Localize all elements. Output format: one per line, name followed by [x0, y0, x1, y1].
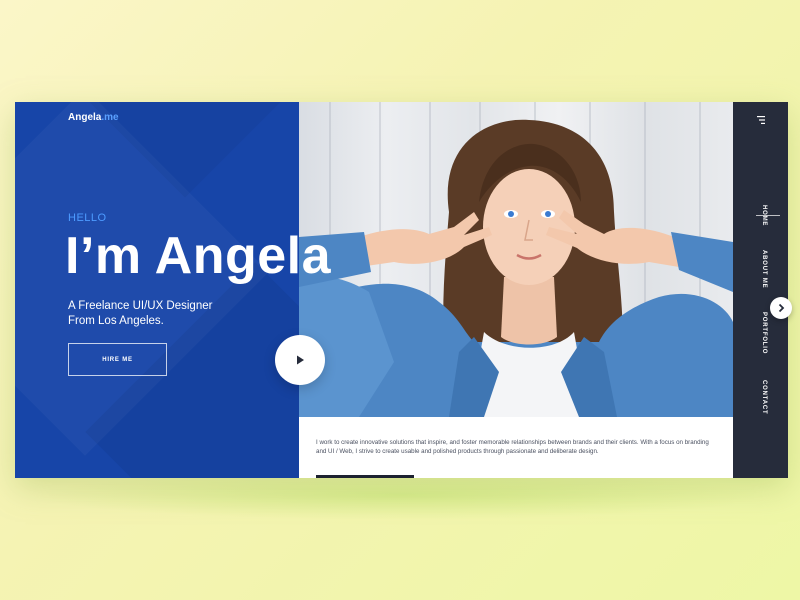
- play-video-button[interactable]: [275, 335, 325, 385]
- hire-me-button[interactable]: HIRE ME: [68, 343, 167, 376]
- nav-item-about-me[interactable]: ABOUT ME: [761, 250, 767, 288]
- nav-item-contact[interactable]: CONTACT: [761, 380, 767, 414]
- nav-item-home[interactable]: HOME: [761, 205, 767, 226]
- nav-active-indicator: [756, 215, 780, 216]
- bio-underline-bar: [316, 475, 414, 478]
- hero-panel: Angela.me HELLO A Freelance UI/UX Design…: [15, 102, 299, 478]
- hero-subline-line-1: A Freelance UI/UX Designer: [68, 300, 213, 312]
- hero-greeting: HELLO: [68, 212, 107, 224]
- chevron-right-icon: [778, 303, 785, 313]
- brand-name: Angela: [68, 112, 102, 123]
- next-slide-button[interactable]: [770, 297, 792, 319]
- hero-subline: A Freelance UI/UX Designer From Los Ange…: [68, 299, 268, 329]
- portrait-illustration: [299, 119, 733, 417]
- hero-subline-line-2: From Los Angeles.: [68, 315, 164, 327]
- hero-headline: I’m Angela: [65, 227, 332, 285]
- hamburger-menu-icon[interactable]: [755, 114, 767, 126]
- side-navigation: HOME ABOUT ME PORTFOLIO CONTACT: [733, 102, 788, 478]
- play-icon: [297, 355, 304, 365]
- brand-logo[interactable]: Angela.me: [68, 112, 119, 123]
- hero-photo: [299, 102, 733, 417]
- bio-section: I work to create innovative solutions th…: [299, 417, 733, 478]
- website-mockup: Angela.me HELLO A Freelance UI/UX Design…: [15, 102, 788, 478]
- bio-text: I work to create innovative solutions th…: [316, 439, 709, 455]
- nav-item-portfolio[interactable]: PORTFOLIO: [761, 312, 767, 354]
- brand-suffix: .me: [101, 112, 119, 123]
